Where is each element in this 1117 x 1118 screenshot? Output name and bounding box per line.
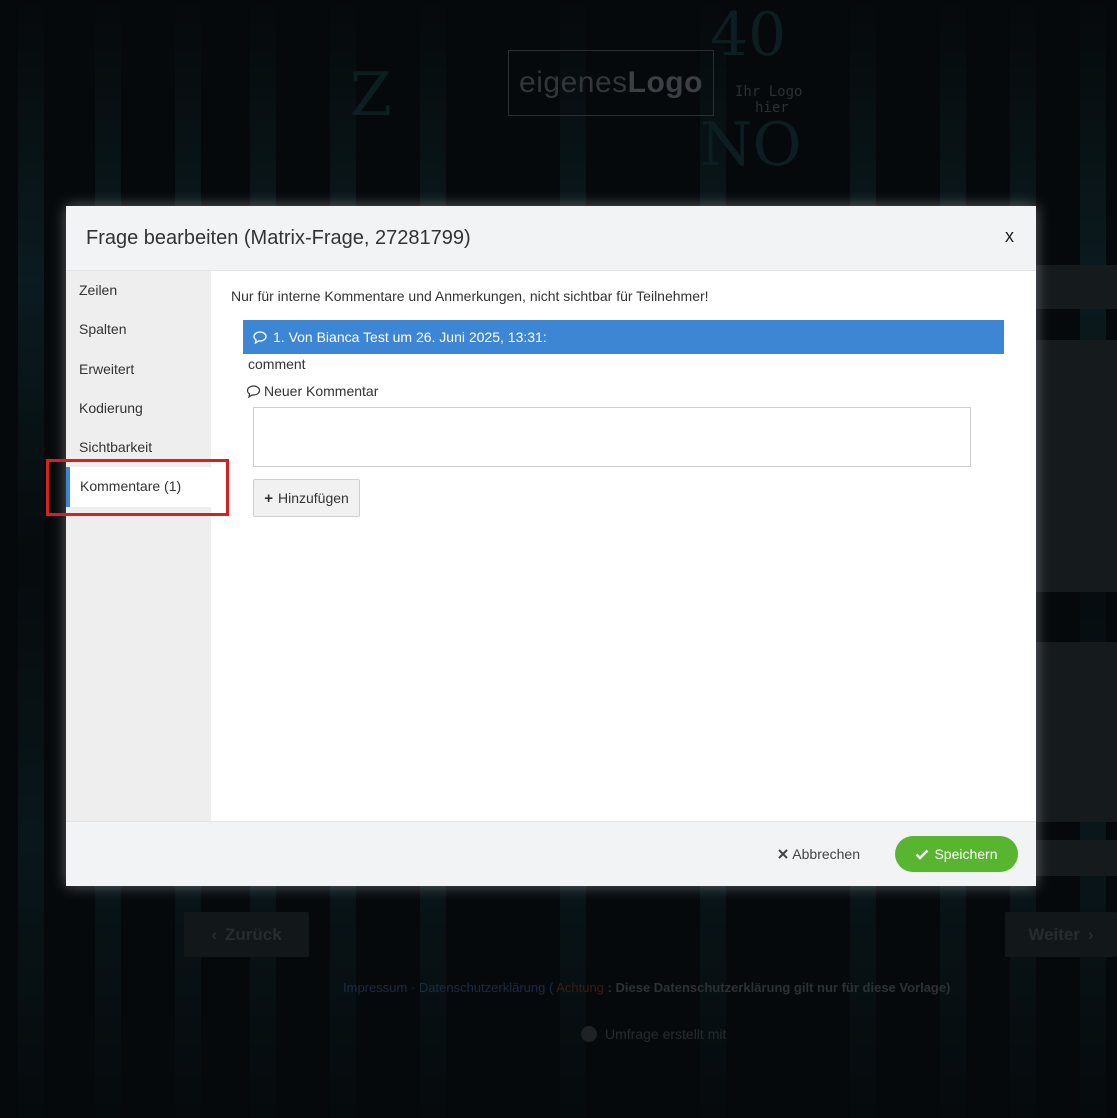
modal-footer: Abbrechen Speichern	[66, 821, 1036, 886]
close-button[interactable]: x	[1005, 226, 1014, 247]
intro-text: Nur für interne Kommentare und Anmerkung…	[231, 288, 709, 304]
save-button[interactable]: Speichern	[895, 836, 1018, 872]
sidebar-item-kommentare[interactable]: Kommentare (1)	[66, 467, 211, 507]
new-comment-label: Neuer Kommentar	[246, 383, 378, 399]
modal-content: Nur für interne Kommentare und Anmerkung…	[211, 271, 1036, 821]
background-bar	[1036, 340, 1117, 592]
lock-icon	[581, 1026, 597, 1042]
logo: eigenes Logo	[508, 50, 714, 116]
matrix-glyph: NO	[700, 110, 802, 180]
sidebar-item-spalten[interactable]: Spalten	[66, 310, 211, 349]
comment-icon	[253, 330, 267, 344]
privacy-link[interactable]: Datenschutzerklärung	[419, 980, 545, 995]
footer-links: Impressum · Datenschutzerklärung ( Achtu…	[343, 980, 951, 995]
made-with: Umfrage erstellt mit	[581, 1026, 726, 1042]
sidebar-item-erweitert[interactable]: Erweitert	[66, 350, 211, 389]
background-bar	[1036, 642, 1117, 822]
modal-sidebar: Zeilen Spalten Erweitert Kodierung Sicht…	[66, 271, 211, 821]
back-button[interactable]: ‹ Zurück	[184, 912, 309, 957]
sidebar-item-kodierung[interactable]: Kodierung	[66, 389, 211, 428]
sidebar-item-sichtbarkeit[interactable]: Sichtbarkeit	[66, 428, 211, 467]
add-comment-button[interactable]: + Hinzufügen	[253, 479, 360, 517]
new-comment-input[interactable]	[253, 407, 971, 467]
comment-header: 1. Von Bianca Test um 26. Juni 2025, 13:…	[243, 320, 1004, 354]
modal-header: Frage bearbeiten (Matrix-Frage, 27281799…	[66, 206, 1036, 271]
matrix-glyph: Z	[350, 60, 392, 130]
chevron-right-icon: ›	[1087, 924, 1094, 944]
comment-body: comment	[248, 356, 306, 372]
matrix-glyph: 40	[710, 0, 787, 70]
edit-question-modal: Frage bearbeiten (Matrix-Frage, 27281799…	[66, 206, 1036, 886]
logo-hint: Ihr Logo hier	[735, 84, 803, 116]
background-bar	[1036, 265, 1117, 309]
attention-label: Achtung	[556, 980, 604, 995]
check-icon	[915, 849, 929, 860]
background-bar	[1036, 840, 1117, 876]
privacy-note: : Diese Datenschutzerklärung gilt nur fü…	[607, 980, 951, 995]
sidebar-item-zeilen[interactable]: Zeilen	[66, 271, 211, 310]
cancel-button[interactable]: Abbrechen	[778, 846, 860, 862]
impressum-link[interactable]: Impressum	[343, 980, 407, 995]
close-icon	[778, 849, 788, 859]
modal-title: Frage bearbeiten (Matrix-Frage, 27281799…	[86, 226, 471, 249]
plus-icon: +	[264, 489, 273, 507]
next-button[interactable]: Weiter ›	[1005, 912, 1117, 957]
comment-icon	[246, 384, 261, 398]
chevron-left-icon: ‹	[211, 924, 217, 944]
matrix-column	[18, 0, 44, 1118]
